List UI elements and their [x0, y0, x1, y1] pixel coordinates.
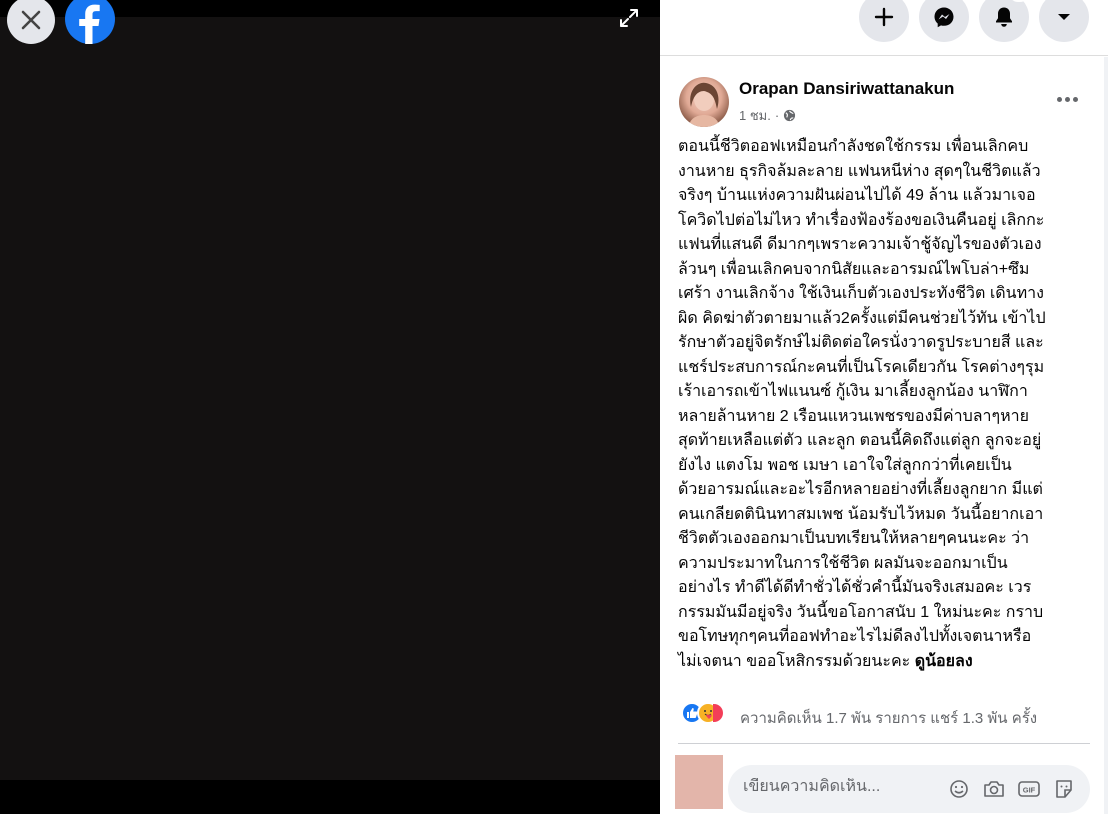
post-panel: 9 Orapan Dansiriwattanakun 1 ชม. · ตอนนี…	[660, 0, 1108, 814]
globe-icon	[784, 109, 796, 122]
photo-viewer	[0, 0, 660, 814]
post-time[interactable]: 1 ชม.	[739, 105, 771, 126]
top-navigation: 9	[660, 0, 1108, 56]
gif-icon[interactable]: GIF	[1017, 777, 1041, 801]
post: Orapan Dansiriwattanakun 1 ชม. · ตอนนี้ช…	[660, 57, 1108, 814]
comment-box[interactable]: GIF	[728, 765, 1090, 813]
post-text: ตอนนี้ชีวิตออฟเหมือนกำลังชดใช้กรรม เพื่อ…	[678, 135, 1094, 674]
emoji-icon[interactable]	[947, 777, 971, 801]
engagement-stats[interactable]: ความคิดเห็น 1.7 พัน รายการ แชร์ 1.3 พัน …	[740, 706, 1037, 730]
svg-text:GIF: GIF	[1023, 786, 1036, 795]
author-name[interactable]: Orapan Dansiriwattanakun	[739, 79, 954, 99]
bell-icon	[996, 7, 1012, 27]
messenger-icon	[934, 7, 954, 28]
expand-button[interactable]	[616, 5, 642, 31]
notification-badge: 9	[1009, 0, 1029, 2]
plus-icon	[874, 7, 894, 27]
divider	[678, 743, 1090, 744]
scrollbar[interactable]	[1104, 57, 1108, 814]
close-icon	[21, 10, 41, 30]
post-meta: 1 ชม. ·	[739, 105, 796, 126]
love-reaction-icon	[713, 702, 725, 724]
meta-separator: ·	[774, 108, 780, 123]
messenger-button[interactable]	[919, 0, 969, 42]
comment-input[interactable]	[743, 778, 933, 796]
photo[interactable]	[0, 17, 660, 780]
post-body: ตอนนี้ชีวิตออฟเหมือนกำลังชดใช้กรรม เพื่อ…	[678, 138, 1046, 670]
author-avatar[interactable]	[679, 77, 729, 127]
notifications-button[interactable]: 9	[979, 0, 1029, 42]
expand-icon	[620, 9, 638, 27]
comment-tools: GIF	[947, 777, 1076, 801]
sticker-icon[interactable]	[1052, 777, 1076, 801]
see-less-link[interactable]: ดูน้อยลง	[915, 653, 973, 670]
camera-icon[interactable]	[982, 777, 1006, 801]
more-options-button[interactable]	[1052, 87, 1082, 111]
reaction-icons[interactable]	[681, 702, 725, 724]
caret-down-icon	[1058, 14, 1070, 20]
facebook-logo-icon[interactable]	[65, 0, 115, 44]
create-button[interactable]	[859, 0, 909, 42]
account-menu-button[interactable]	[1039, 0, 1089, 42]
commenter-avatar	[675, 755, 723, 809]
